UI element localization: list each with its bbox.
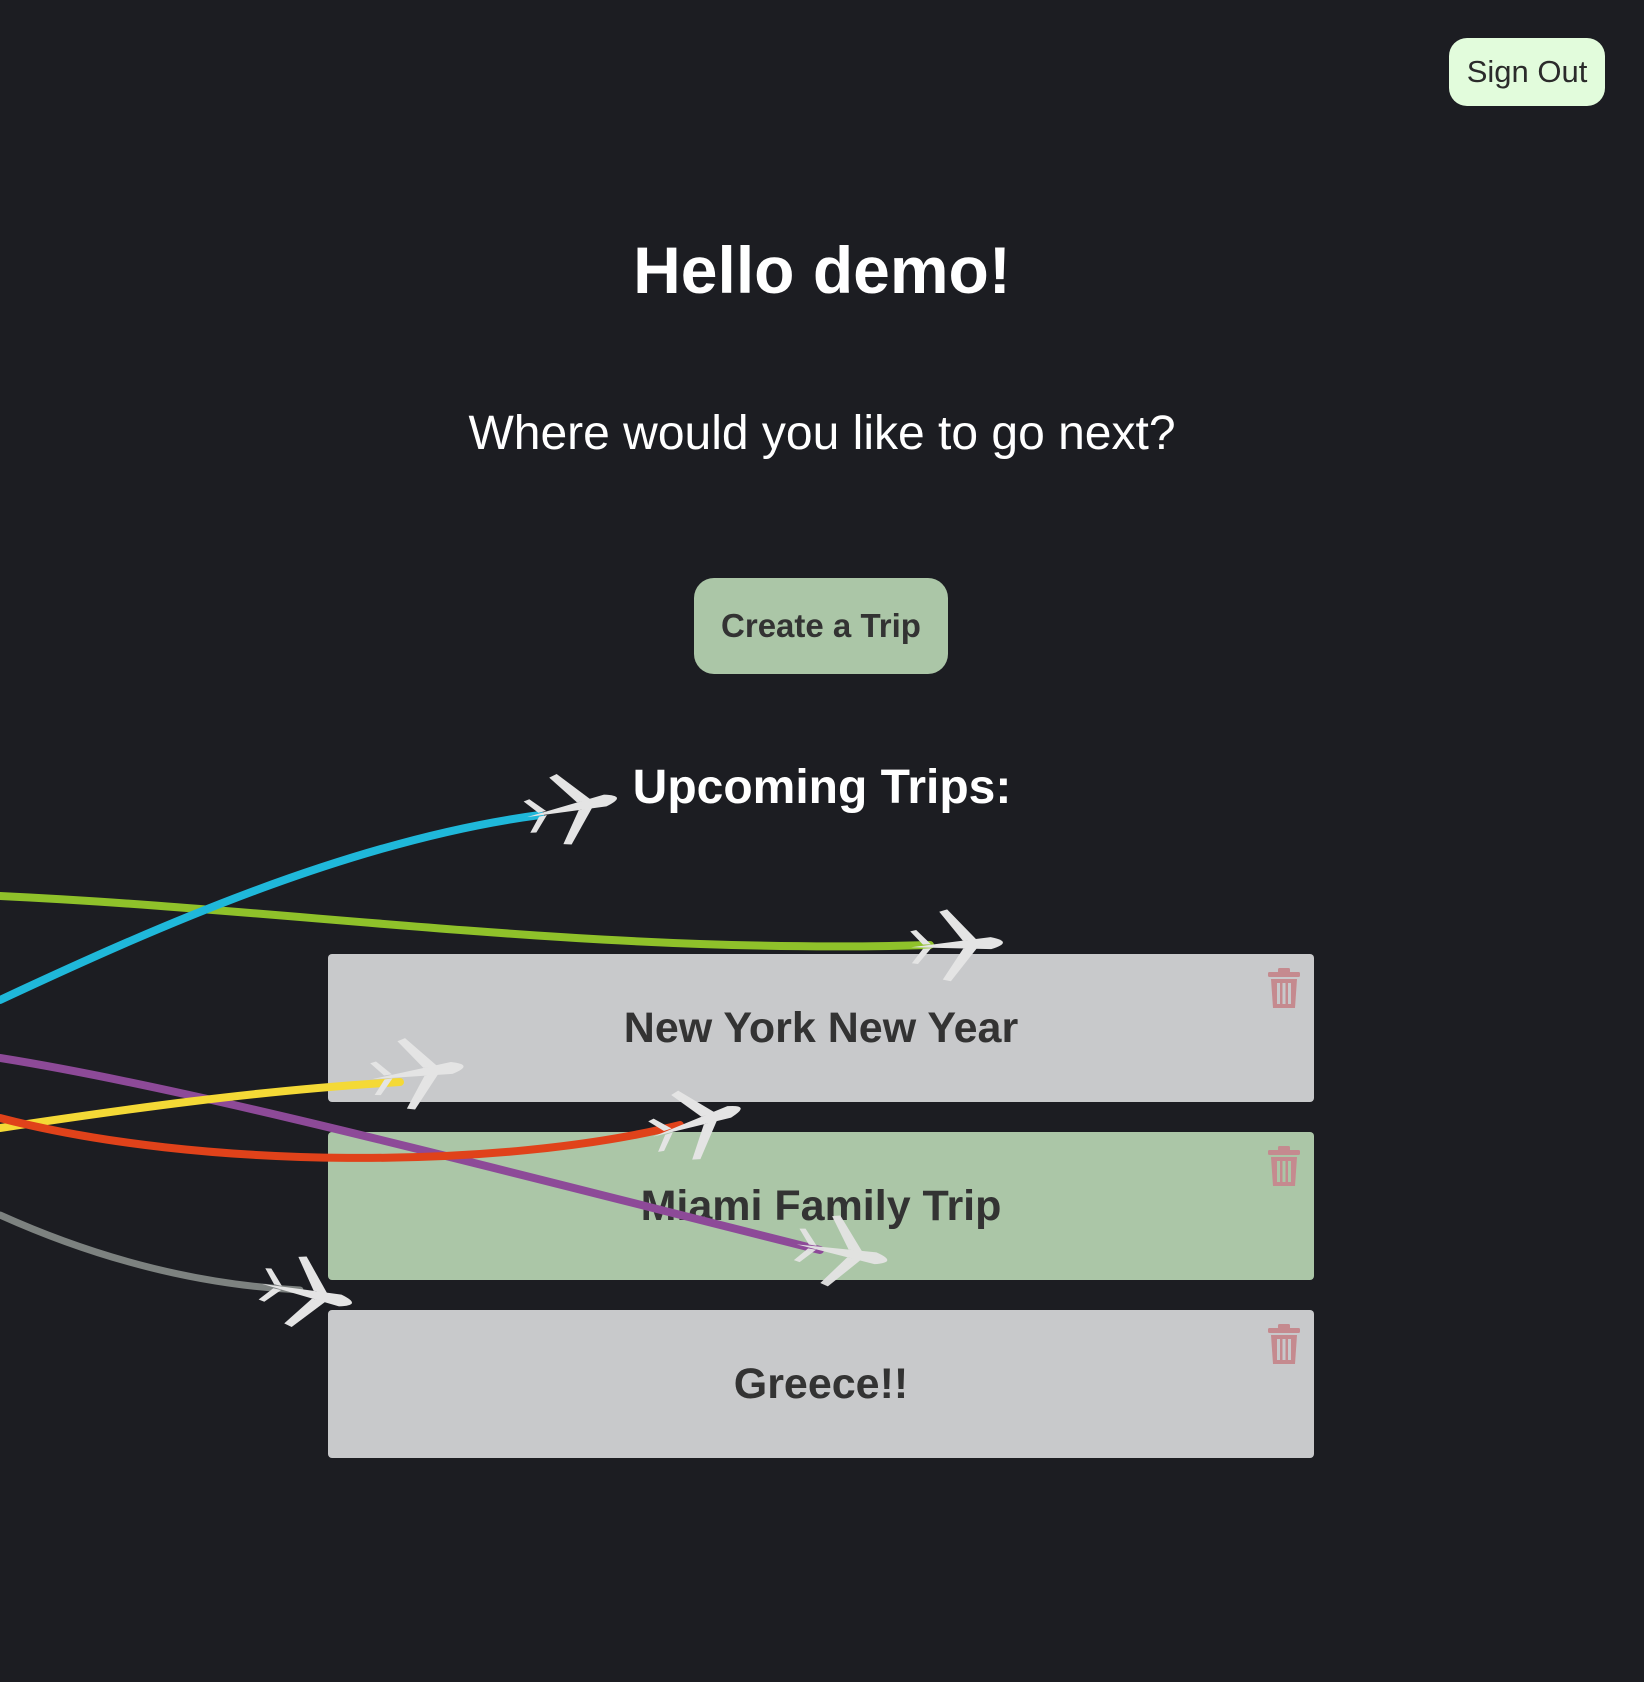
trip-name: New York New Year [623, 1003, 1019, 1052]
create-trip-button[interactable]: Create a Trip [694, 578, 948, 674]
upcoming-trips-heading: Upcoming Trips: [632, 761, 1012, 814]
trash-icon[interactable] [1268, 1146, 1300, 1186]
trip-card-new-york[interactable]: New York New Year [328, 954, 1314, 1102]
trip-card-miami[interactable]: Miami Family Trip [328, 1132, 1314, 1280]
greeting-heading: Hello demo! [633, 233, 1011, 307]
trip-name: Miami Family Trip [640, 1181, 1002, 1230]
trip-list: New York New Year Miami Family Trip Gree… [328, 954, 1314, 1488]
page: Sign Out Hello demo! Where would you lik… [0, 0, 1644, 1682]
trash-icon[interactable] [1268, 1324, 1300, 1364]
sign-out-button[interactable]: Sign Out [1449, 38, 1605, 106]
flight-path-gray [0, 1211, 304, 1294]
flight-path-green [0, 892, 934, 951]
trash-icon[interactable] [1268, 968, 1300, 1008]
subtitle-text: Where would you like to go next? [468, 407, 1176, 460]
trip-name: Greece!! [733, 1359, 909, 1408]
trip-card-greece[interactable]: Greece!! [328, 1310, 1314, 1458]
